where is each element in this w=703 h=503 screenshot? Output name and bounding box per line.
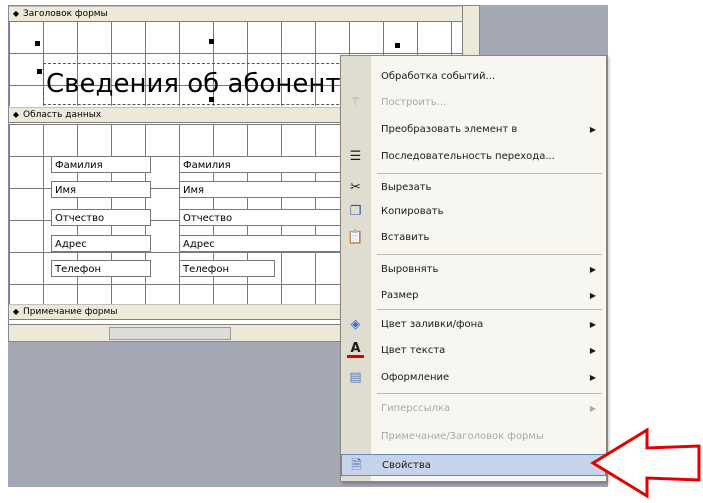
menu-item-label: Выровнять: [381, 264, 439, 275]
menu-item-event-handling[interactable]: Обработка событий...: [341, 66, 606, 88]
font-color-icon: A: [347, 342, 364, 358]
submenu-arrow-icon: ▶: [589, 320, 596, 329]
field-textbox-name[interactable]: Имя: [179, 181, 349, 198]
tab-order-icon: ☰: [349, 149, 362, 164]
fill-color-icon: ◈: [350, 317, 361, 332]
field-label-patronymic[interactable]: Отчество: [51, 209, 151, 226]
submenu-arrow-icon: ▶: [589, 404, 596, 413]
menu-item-label: Обработка событий...: [381, 71, 496, 82]
field-textbox-address[interactable]: Адрес: [179, 235, 349, 252]
menu-item-copy[interactable]: ❐ Копировать: [341, 201, 606, 223]
menu-item-form-header-footer[interactable]: Примечание/Заголовок формы: [341, 426, 606, 448]
menu-item-build[interactable]: ⚚ Построить...: [341, 92, 606, 114]
menu-item-hyperlink[interactable]: Гиперссылка ▶: [341, 398, 606, 420]
field-label-name[interactable]: Имя: [51, 181, 151, 198]
menu-item-fill-color[interactable]: ◈ Цвет заливки/фона ▶: [341, 314, 606, 336]
menu-item-paste[interactable]: 📋 Вставить: [341, 227, 606, 249]
scrollbar-thumb[interactable]: [109, 327, 231, 340]
menu-item-special-effect[interactable]: ▤ Оформление ▶: [341, 367, 606, 389]
submenu-arrow-icon: ▶: [589, 346, 596, 355]
special-effect-icon: ▤: [349, 370, 362, 385]
menu-item-tab-order[interactable]: ☰ Последовательность перехода...: [341, 146, 606, 168]
menu-separator: [377, 173, 602, 174]
menu-item-label: Вырезать: [381, 182, 432, 193]
menu-item-label: Примечание/Заголовок формы: [381, 431, 544, 442]
menu-separator: [377, 254, 602, 255]
menu-item-font-color[interactable]: A Цвет текста ▶: [341, 340, 606, 362]
menu-item-label: Свойства: [382, 460, 431, 471]
selection-handle[interactable]: [35, 41, 40, 46]
menu-item-label: Вставить: [381, 232, 430, 243]
submenu-arrow-icon: ▶: [589, 265, 596, 274]
form-header-band-bar[interactable]: ◆ Заголовок формы: [9, 6, 479, 22]
field-label-address[interactable]: Адрес: [51, 235, 151, 252]
field-textbox-phone[interactable]: Телефон: [179, 260, 275, 277]
menu-item-align[interactable]: Выровнять ▶: [341, 259, 606, 281]
submenu-arrow-icon: ▶: [589, 291, 596, 300]
magic-wand-icon: ⚚: [349, 95, 362, 110]
selection-handle[interactable]: [209, 39, 214, 44]
selection-handle[interactable]: [209, 97, 214, 102]
menu-item-label: Цвет заливки/фона: [381, 319, 484, 330]
menu-item-label: Оформление: [381, 372, 450, 383]
band-title: Область данных: [23, 110, 102, 120]
submenu-arrow-icon: ▶: [589, 125, 596, 134]
scissors-icon: ✂: [350, 180, 361, 195]
copy-icon: ❐: [349, 204, 362, 219]
menu-item-label: Размер: [381, 290, 419, 301]
menu-item-label: Последовательность перехода...: [381, 151, 555, 162]
screenshot-stage: ◆ Заголовок формы Сведения об абонента ◆ О…: [0, 0, 703, 503]
red-arrow-annotation: [590, 427, 701, 499]
menu-item-size[interactable]: Размер ▶: [341, 285, 606, 307]
band-title: Заголовок формы: [23, 9, 108, 19]
band-title: Примечание формы: [23, 307, 118, 317]
paste-icon: 📋: [347, 230, 364, 245]
field-label-phone[interactable]: Телефон: [51, 260, 151, 277]
arrow-shape: [590, 427, 701, 499]
field-textbox-surname[interactable]: Фамилия: [179, 156, 349, 173]
submenu-arrow-icon: ▶: [589, 373, 596, 382]
form-title-label[interactable]: Сведения об абонента: [43, 63, 360, 105]
selection-handle[interactable]: [395, 43, 400, 48]
menu-item-label: Копировать: [381, 206, 444, 217]
menu-separator: [377, 393, 602, 394]
field-textbox-patronymic[interactable]: Отчество: [179, 209, 349, 226]
field-label-surname[interactable]: Фамилия: [51, 156, 151, 173]
context-menu: Обработка событий... ⚚ Построить... Прео…: [340, 55, 607, 482]
menu-item-properties[interactable]: 🗎 Свойства: [341, 454, 606, 476]
menu-separator: [377, 309, 602, 310]
menu-item-label: Построить...: [381, 97, 447, 108]
menu-item-label: Цвет текста: [381, 345, 446, 356]
selection-handle[interactable]: [37, 69, 42, 74]
menu-item-convert-control[interactable]: Преобразовать элемент в ▶: [341, 119, 606, 141]
menu-item-label: Гиперссылка: [381, 403, 451, 414]
properties-icon: 🗎: [351, 458, 362, 473]
band-marker-icon: ◆: [12, 307, 20, 316]
menu-item-label: Преобразовать элемент в: [381, 124, 518, 135]
menu-item-cut[interactable]: ✂ Вырезать: [341, 177, 606, 199]
band-marker-icon: ◆: [12, 110, 20, 119]
band-marker-icon: ◆: [12, 9, 20, 18]
